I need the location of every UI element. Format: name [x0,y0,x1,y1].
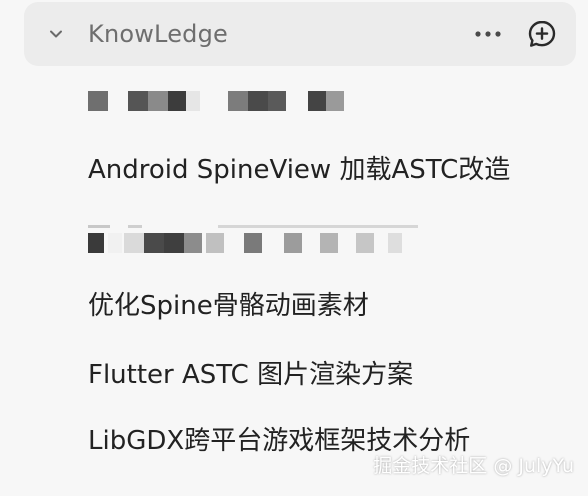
more-options-button[interactable] [470,20,506,48]
section-title: KnowLedge [88,20,229,48]
list-item[interactable]: Android SpineView 加载ASTC改造 [88,150,558,190]
list-item-redacted[interactable] [88,80,558,120]
list-item[interactable]: 优化Spine骨骼动画素材 [88,286,558,326]
list-item[interactable]: Flutter ASTC 图片渲染方案 [88,355,558,395]
more-horizontal-icon [475,31,501,37]
add-chat-icon [528,20,556,47]
add-chat-button[interactable] [524,16,560,52]
sidebar-panel: KnowLedge Android SpineView 加载ASTC改造 优化S… [0,0,588,496]
section-header-knowledge[interactable]: KnowLedge [24,2,576,66]
redacted-mosaic [88,225,418,253]
redacted-mosaic [88,91,344,111]
watermark: 掘金技术社区 @ JulyYu [373,455,574,477]
chevron-down-icon[interactable] [46,24,66,44]
list-item-redacted[interactable] [88,219,558,259]
